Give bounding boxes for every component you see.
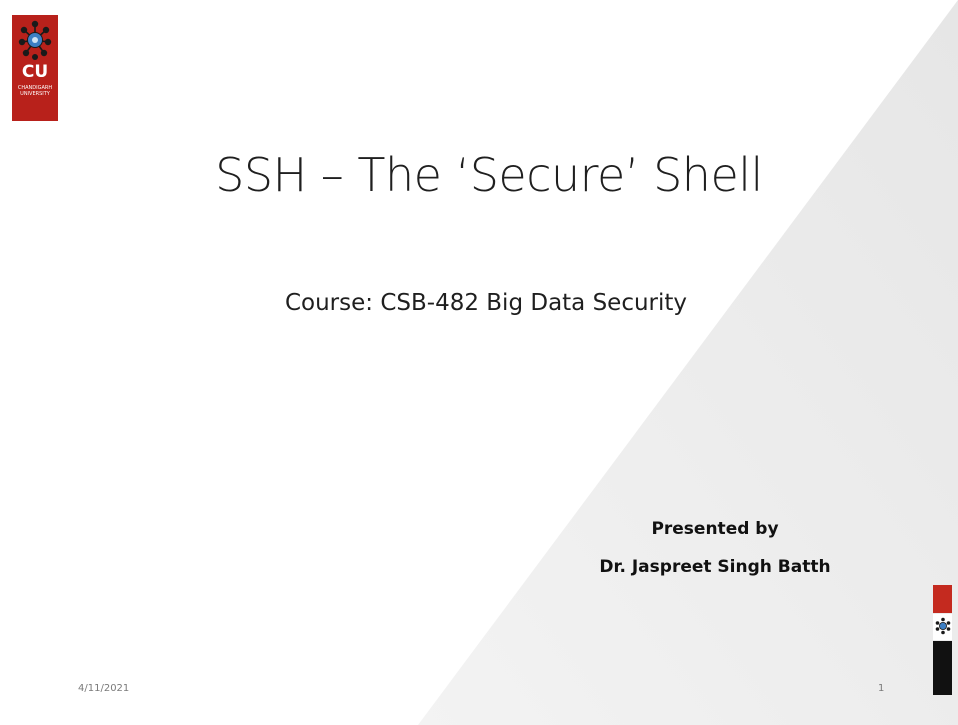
slide-page-number: 1 [878, 683, 885, 694]
background-triangle [418, 0, 958, 725]
gear-emblem-icon [18, 20, 52, 60]
logo-initials: CU [21, 62, 49, 82]
logo-name-line2: UNIVERSITY [20, 91, 50, 97]
logo-university-name: CHANDIGARH UNIVERSITY [12, 85, 58, 97]
university-logo: CU CHANDIGARH UNIVERSITY [12, 15, 58, 121]
course-subtitle: Course: CSB-482 Big Data Security [284, 290, 688, 316]
slide: CU CHANDIGARH UNIVERSITY SSH – The ‘Secu… [0, 0, 958, 725]
side-accent-red [933, 585, 952, 613]
presented-by-label: Presented by [651, 519, 779, 539]
side-gear-emblem-icon [935, 617, 950, 635]
slide-title: SSH – The ‘Secure’ Shell [215, 148, 763, 202]
side-emblem [933, 614, 952, 640]
slide-date: 4/11/2021 [78, 683, 130, 694]
presenter-name: Dr. Jaspreet Singh Batth [599, 557, 831, 577]
side-accent-black [933, 641, 952, 695]
